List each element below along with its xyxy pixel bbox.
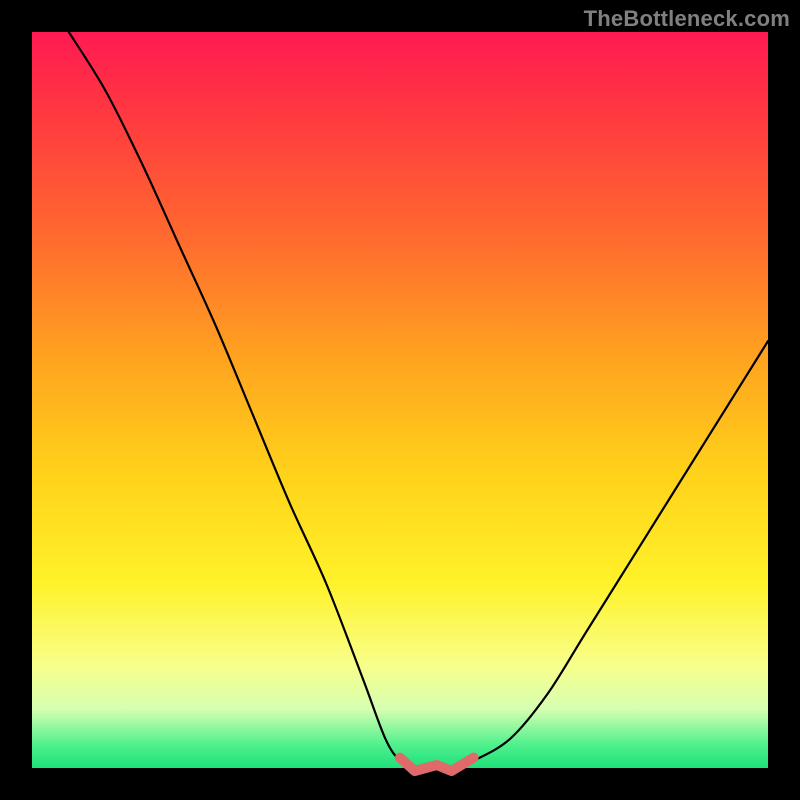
curve-svg <box>32 32 768 768</box>
chart-frame: TheBottleneck.com <box>0 0 800 800</box>
plot-area <box>32 32 768 768</box>
highlight-segment <box>400 758 474 771</box>
bottleneck-curve <box>69 32 768 769</box>
watermark-text: TheBottleneck.com <box>584 6 790 32</box>
